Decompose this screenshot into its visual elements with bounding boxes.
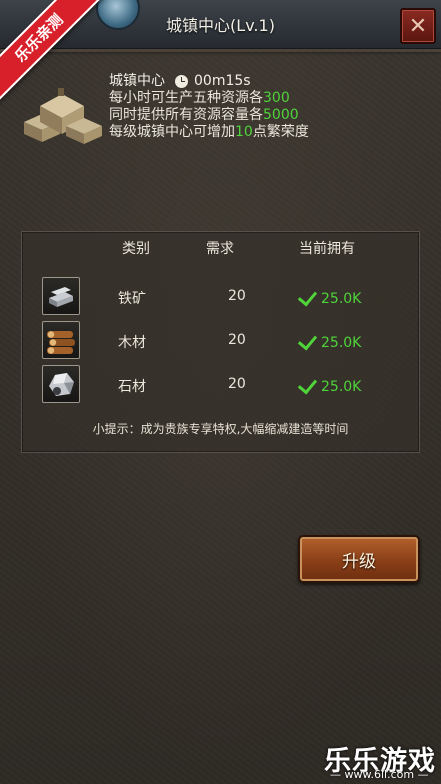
title-bar-edge [0,49,441,52]
watermark-url: — www.6ll.com — [330,768,429,781]
prosperity-suffix: 点繁荣度 [252,124,309,140]
iron-ore-icon [42,277,80,315]
capacity-value: 5000 [263,107,299,123]
prosperity-text: 每级城镇中心可增加 [109,124,235,140]
resource-required: 20 [228,332,246,348]
header-owned: 当前拥有 [299,241,355,257]
clock-icon [175,75,188,88]
capacity-text: 同时提供所有资源容量各 [109,107,263,123]
capacity-line: 同时提供所有资源容量各5000 [109,107,309,124]
close-icon: ✕ [408,13,428,39]
check-icon [297,330,318,351]
resource-owned: 25.0K [296,374,362,397]
tip-text: 小提示：成为贵族专享特权,大幅缩减建造等时间 [92,422,349,436]
resource-required: 20 [228,376,246,392]
production-value: 300 [263,90,290,106]
stone-icon [42,365,80,403]
build-timer: 00m15s [194,73,251,89]
building-name: 城镇中心 [109,73,165,89]
prosperity-line: 每级城镇中心可增加10点繁荣度 [109,124,309,141]
header-required: 需求 [206,241,234,257]
check-icon [297,374,318,395]
resource-owned: 25.0K [296,286,362,309]
resource-name: 铁矿 [118,291,146,307]
resource-owned-value: 25.0K [321,334,362,351]
wood-icon [42,321,80,359]
prosperity-value: 10 [235,124,253,140]
check-icon [297,286,318,307]
town-center-icon [24,88,102,144]
resource-owned-value: 25.0K [321,290,362,307]
upgrade-button[interactable]: 升级 [298,535,420,583]
building-header: 城镇中心 00m15s [109,73,309,90]
resource-owned-value: 25.0K [321,378,362,395]
requirements-panel: 类别 需求 当前拥有 铁矿 20 25.0K 木材 20 25.0K 石材 20… [21,231,420,453]
header-category: 类别 [122,241,150,257]
building-info: 城镇中心 00m15s 每小时可生产五种资源各300 同时提供所有资源容量各50… [109,73,309,141]
resource-owned: 25.0K [296,330,362,353]
production-line: 每小时可生产五种资源各300 [109,90,309,107]
resource-name: 石材 [118,379,146,395]
close-button[interactable]: ✕ [400,8,436,44]
production-text: 每小时可生产五种资源各 [109,90,263,106]
resource-required: 20 [228,288,246,304]
resource-name: 木材 [118,335,146,351]
